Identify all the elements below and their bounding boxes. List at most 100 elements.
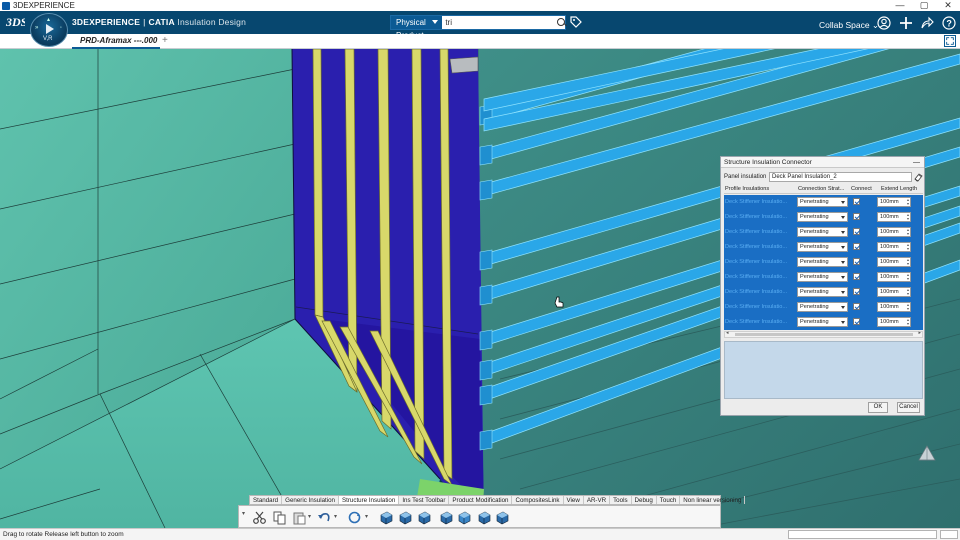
- paste-icon[interactable]: [292, 510, 307, 525]
- copy-icon[interactable]: [272, 510, 287, 525]
- collab-space-selector[interactable]: Collab Space ⌄: [819, 20, 879, 31]
- profile-insulation-end[interactable]: [479, 144, 493, 166]
- spinner-icon[interactable]: ▴ ▾: [907, 303, 909, 311]
- action-bar-tab[interactable]: Debug: [632, 496, 657, 504]
- connect-checkbox[interactable]: [853, 242, 860, 250]
- profile-name-cell[interactable]: Deck Stiffener Insulatio...: [724, 259, 795, 265]
- profile-name-cell[interactable]: Deck Stiffener Insulatio...: [724, 229, 795, 235]
- profile-name-cell[interactable]: Deck Stiffener Insulatio...: [724, 199, 795, 205]
- profile-name-cell[interactable]: Deck Stiffener Insulatio...: [724, 274, 795, 280]
- search-scope-dropdown[interactable]: Physical Product: [391, 16, 443, 40]
- profile-name-cell[interactable]: Deck Stiffener Insulatio...: [724, 319, 795, 325]
- search-input[interactable]: [442, 16, 556, 29]
- spinner-icon[interactable]: ▴ ▾: [907, 258, 909, 266]
- connection-strategy-dropdown[interactable]: Penetrating: [797, 197, 848, 207]
- add-tab-button[interactable]: +: [162, 35, 168, 46]
- connection-strategy-dropdown[interactable]: Penetrating: [797, 227, 848, 237]
- minimize-window-button[interactable]: —: [888, 0, 912, 11]
- fullscreen-icon[interactable]: [944, 35, 956, 47]
- extend-length-field[interactable]: 100mm ▴ ▾: [877, 287, 911, 297]
- spinner-icon[interactable]: ▴ ▾: [907, 198, 909, 206]
- action-bar-tab[interactable]: Touch: [657, 496, 681, 504]
- profile-name-cell[interactable]: Deck Stiffener Insulatio...: [724, 304, 795, 310]
- action-bar-tab[interactable]: View: [564, 496, 584, 504]
- extend-length-field[interactable]: 100mm ▴ ▾: [877, 212, 911, 222]
- chevron-down-icon[interactable]: ▾: [242, 510, 245, 517]
- panel-insulation-field[interactable]: Deck Panel Insulation_2: [769, 172, 912, 182]
- table-row[interactable]: Deck Stiffener Insulatio... Penetrating 10…: [724, 300, 923, 314]
- action-bar-tab[interactable]: Ins Test Toolbar: [399, 496, 450, 504]
- cut-icon[interactable]: [252, 510, 267, 525]
- connect-checkbox[interactable]: [853, 197, 860, 205]
- profile-name-cell[interactable]: Deck Stiffener Insulatio...: [724, 214, 795, 220]
- column-header-connection[interactable]: Connection Strat...: [797, 185, 850, 193]
- profile-insulation-end[interactable]: [479, 329, 493, 351]
- profile-insulation-end[interactable]: [479, 429, 493, 451]
- play-icon[interactable]: [46, 24, 54, 34]
- status-command-field[interactable]: [788, 530, 937, 539]
- tag-icon[interactable]: [570, 16, 582, 28]
- connection-strategy-dropdown[interactable]: Penetrating: [797, 317, 848, 327]
- extend-length-field[interactable]: 100mm ▴ ▾: [877, 257, 911, 267]
- profile-insulation-end[interactable]: [479, 359, 493, 381]
- connection-strategy-dropdown[interactable]: Penetrating: [797, 242, 848, 252]
- action-bar-tab[interactable]: Generic Insulation: [282, 496, 339, 504]
- profile-insulation-end[interactable]: [479, 284, 493, 306]
- table-horizontal-scrollbar[interactable]: ◂ ▸: [724, 330, 923, 338]
- table-row[interactable]: Deck Stiffener Insulatio... Penetrating 10…: [724, 210, 923, 224]
- spinner-icon[interactable]: ▴ ▾: [907, 318, 909, 326]
- update-options-icon[interactable]: ▾: [365, 513, 368, 520]
- profile-name-cell[interactable]: Deck Stiffener Insulatio...: [724, 289, 795, 295]
- scrollbar-thumb[interactable]: [735, 333, 913, 336]
- help-icon[interactable]: ?: [942, 16, 956, 30]
- spinner-icon[interactable]: ▴ ▾: [907, 288, 909, 296]
- status-button[interactable]: [940, 530, 958, 539]
- connection-strategy-dropdown[interactable]: Penetrating: [797, 302, 848, 312]
- connect-checkbox[interactable]: [853, 212, 860, 220]
- connect-checkbox[interactable]: [853, 317, 860, 325]
- connection-strategy-dropdown[interactable]: Penetrating: [797, 212, 848, 222]
- document-tab[interactable]: PRD-Aframax ---.000: [72, 34, 160, 49]
- action-bar-tab[interactable]: CompositesLink: [512, 496, 564, 504]
- scroll-left-icon[interactable]: ◂: [726, 330, 729, 336]
- cancel-button[interactable]: Cancel: [897, 402, 920, 413]
- undo-options-icon[interactable]: ▾: [334, 513, 337, 520]
- panel-insulation-icon[interactable]: [379, 510, 394, 525]
- spinner-icon[interactable]: ▴ ▾: [907, 243, 909, 251]
- user-icon[interactable]: [877, 16, 891, 30]
- spinner-icon[interactable]: ▴ ▾: [907, 273, 909, 281]
- profile-insulation-end[interactable]: [479, 179, 493, 201]
- extend-length-field[interactable]: 100mm ▴ ▾: [877, 302, 911, 312]
- action-bar-tab[interactable]: Non linear versioning: [680, 496, 746, 504]
- close-window-button[interactable]: ✕: [936, 0, 960, 11]
- table-row[interactable]: Deck Stiffener Insulatio... Penetrating 10…: [724, 195, 923, 209]
- paste-options-icon[interactable]: ▾: [308, 513, 311, 520]
- structure-insulation-connector-dialog[interactable]: Structure Insulation Connector — Panel i…: [720, 156, 925, 416]
- search-icon[interactable]: [555, 16, 565, 29]
- maximize-window-button[interactable]: ▢: [912, 0, 936, 11]
- extend-length-field[interactable]: 100mm ▴ ▾: [877, 197, 911, 207]
- action-bar-tab[interactable]: Tools: [610, 496, 632, 504]
- column-header-extend[interactable]: Extend Length: [880, 185, 923, 193]
- table-row[interactable]: Deck Stiffener Insulatio... Penetrating 10…: [724, 315, 923, 329]
- structure-connector-icon[interactable]: [477, 510, 492, 525]
- profile-insulation-end[interactable]: [479, 249, 493, 271]
- action-bar-tab[interactable]: Product Modification: [449, 496, 513, 504]
- connect-checkbox[interactable]: [853, 287, 860, 295]
- scroll-right-icon[interactable]: ▸: [918, 330, 921, 336]
- update-icon[interactable]: [347, 510, 362, 525]
- bulkhead-bracket[interactable]: [449, 56, 479, 74]
- connection-strategy-dropdown[interactable]: Penetrating: [797, 257, 848, 267]
- extend-length-field[interactable]: 100mm ▴ ▾: [877, 242, 911, 252]
- ds-logo-icon[interactable]: 3DS: [5, 14, 28, 32]
- eraser-icon[interactable]: [914, 172, 923, 182]
- profile-name-cell[interactable]: Deck Stiffener Insulatio...: [724, 244, 795, 250]
- add-icon[interactable]: [899, 16, 913, 30]
- extend-length-field[interactable]: 100mm ▴ ▾: [877, 272, 911, 282]
- connection-strategy-dropdown[interactable]: Penetrating: [797, 272, 848, 282]
- column-header-connect[interactable]: Connect: [850, 185, 880, 193]
- table-row[interactable]: Deck Stiffener Insulatio... Penetrating 10…: [724, 225, 923, 239]
- action-bar-tab[interactable]: Structure Insulation: [339, 496, 400, 504]
- dialog-minimize-button[interactable]: —: [913, 157, 920, 168]
- spinner-icon[interactable]: ▴ ▾: [907, 228, 909, 236]
